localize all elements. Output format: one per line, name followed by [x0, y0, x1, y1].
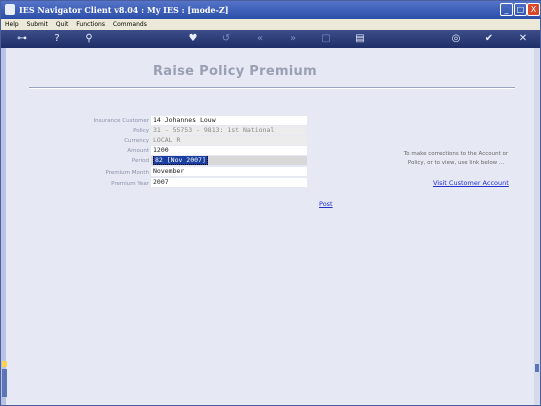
period-field[interactable]: 82 [Nov 2007] [151, 156, 307, 165]
period-selected-value: 82 [Nov 2007] [153, 156, 208, 165]
back-icon[interactable]: « [253, 32, 267, 46]
app-window: IES Navigator Client v8.04 : My IES : [m… [0, 0, 541, 406]
label-policy: Policy [133, 128, 149, 134]
taskbar-icon[interactable] [2, 369, 7, 397]
check-icon[interactable]: ✔ [482, 32, 496, 46]
search-icon[interactable]: ⚲ [82, 32, 96, 46]
globe-icon[interactable]: ◎ [449, 32, 463, 46]
label-period: Period [131, 158, 149, 164]
menu-submit[interactable]: Submit [27, 21, 48, 28]
app-icon [5, 4, 15, 15]
heading-divider [29, 87, 515, 89]
forward-icon[interactable]: » [286, 32, 300, 46]
maximize-button[interactable]: □ [514, 3, 527, 16]
visit-customer-account-link[interactable]: Visit Customer Account [433, 179, 509, 187]
document-icon[interactable]: ▢ [319, 32, 333, 46]
right-edge-marker [535, 364, 539, 372]
currency-field[interactable]: LOCAL R [151, 136, 307, 145]
key-icon[interactable]: ⊶ [11, 32, 33, 46]
label-premium-year: Premium Year [111, 181, 149, 187]
title-bar: IES Navigator Client v8.04 : My IES : [m… [1, 1, 540, 19]
right-edge-panel [534, 48, 540, 405]
menu-commands[interactable]: Commands [113, 21, 147, 28]
policy-field[interactable]: 31 - 55753 - 9813: 1st National [151, 126, 307, 135]
toolbar: ⊶ ? ⚲ ♥ ↺ « » ▢ ▤ ◎ ✔ ✕ [1, 30, 540, 48]
close-icon[interactable]: ✕ [516, 32, 530, 46]
minimize-button[interactable]: _ [500, 3, 513, 16]
side-note-line-2: Policy, or to view, use link below ... [407, 160, 505, 166]
window-title: IES Navigator Client v8.04 : My IES : [m… [19, 5, 229, 15]
history-icon[interactable]: ↺ [219, 32, 233, 46]
insurance-customer-field[interactable]: 14 Johannes Louw [151, 116, 307, 125]
label-insurance-customer: Insurance Customer [93, 118, 149, 124]
page-title: Raise Policy Premium [153, 64, 317, 79]
menu-bar: Help Submit Quit Functions Commands [1, 19, 540, 30]
premium-month-field[interactable]: November [151, 167, 307, 176]
label-currency: Currency [124, 138, 149, 144]
left-edge-panel [1, 48, 6, 405]
menu-quit[interactable]: Quit [56, 21, 69, 28]
close-button[interactable]: X [527, 3, 540, 16]
label-premium-month: Premium Month [105, 170, 149, 176]
label-amount: Amount [127, 148, 149, 154]
post-link[interactable]: Post [319, 200, 333, 208]
taskbar-icon-yellow[interactable] [2, 361, 7, 367]
premium-year-field[interactable]: 2007 [151, 178, 307, 187]
side-note-line-1: To make corrections to the Account or [403, 151, 509, 157]
menu-help[interactable]: Help [5, 21, 19, 28]
amount-field[interactable]: 1200 [151, 146, 307, 155]
page-icon[interactable]: ▤ [353, 32, 367, 46]
menu-functions[interactable]: Functions [76, 21, 105, 28]
help-icon[interactable]: ? [50, 32, 64, 46]
heart-icon[interactable]: ♥ [186, 32, 200, 46]
